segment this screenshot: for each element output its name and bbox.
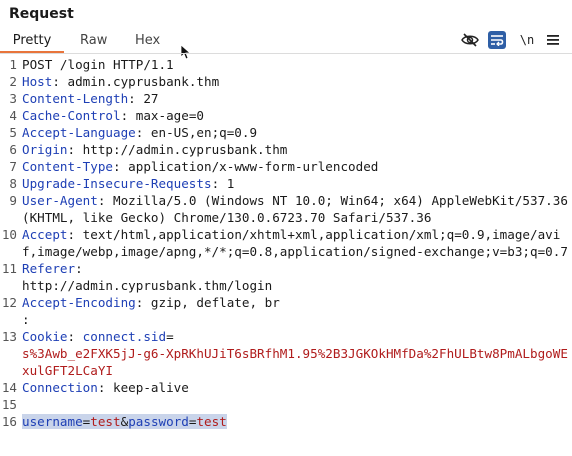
- header-name: User-Agent: [22, 193, 98, 208]
- line-number: 15: [1, 397, 17, 412]
- header-name: Origin: [22, 142, 68, 157]
- header-value: max-age=0: [135, 108, 204, 123]
- code-line: 10 Accept: text/html,application/xhtml+x…: [1, 227, 568, 259]
- code-line: 9 User-Agent: Mozilla/5.0 (Windows NT 10…: [0, 192, 572, 226]
- line-number: 4: [9, 108, 17, 123]
- line-number: 12: [1, 295, 17, 310]
- line-number: 11: [1, 261, 17, 276]
- code-line: 11 Referer: http://admin.cyprusbank.thm/…: [1, 261, 273, 293]
- view-tabs: Pretty Raw Hex: [0, 31, 572, 53]
- header-value: 1: [226, 176, 235, 191]
- line-number: 9: [9, 193, 17, 208]
- code-line: 8 Upgrade-Insecure-Requests: 1: [0, 175, 572, 192]
- line-number: 13: [1, 329, 17, 344]
- line-number: 16: [1, 414, 17, 429]
- param-name: username: [22, 414, 83, 429]
- param-value: test: [196, 414, 227, 429]
- header-name: Referer: [22, 261, 76, 276]
- line-number: 3: [9, 91, 17, 106]
- code-line: 7 Content-Type: application/x-www-form-u…: [0, 158, 572, 175]
- header-value: http://admin.cyprusbank.thm: [82, 142, 288, 157]
- code-line: 16 username=test&password=test: [0, 413, 572, 430]
- code-line: 12 Accept-Encoding: gzip, deflate, br: [1, 295, 280, 310]
- newline-toggle[interactable]: \n: [518, 31, 536, 49]
- param-name: password: [128, 414, 189, 429]
- header-name: Cookie: [22, 329, 68, 344]
- code-line: 15: [0, 396, 572, 413]
- line-number: 14: [1, 380, 17, 395]
- line-number: 1: [9, 57, 17, 72]
- header-name: Cache-Control: [22, 108, 121, 123]
- header-name: Accept: [22, 227, 68, 242]
- header-name: Upgrade-Insecure-Requests: [22, 176, 212, 191]
- word-wrap-icon[interactable]: [488, 31, 506, 49]
- tabs-divider: [0, 53, 572, 54]
- code-line: 14 Connection: keep-alive: [1, 380, 189, 395]
- request-body: username=test&password=test: [22, 414, 227, 429]
- code-line: 3 Content-Length: 27: [0, 90, 572, 107]
- line-number: 7: [9, 159, 17, 174]
- header-name: Accept-Language: [22, 125, 136, 140]
- code-line: 1 POST /login HTTP/1.1: [0, 56, 572, 73]
- request-line: POST /login HTTP/1.1: [22, 57, 174, 72]
- code-line: 13 Cookie: connect.sid= s%3Awb_e2FXK5jJ-…: [1, 329, 568, 378]
- line-number: 10: [1, 227, 17, 242]
- header-value: http://admin.cyprusbank.thm/login: [22, 278, 273, 293]
- header-value: en-US,en;q=0.9: [150, 125, 258, 140]
- header-value: admin.cyprusbank.thm: [67, 74, 220, 89]
- header-value: text/html,application/xhtml+xml,applicat…: [22, 227, 568, 259]
- header-value: gzip, deflate, br: [150, 295, 280, 310]
- line-number: 5: [9, 125, 17, 140]
- panel-title: Request: [9, 6, 74, 22]
- line-number: 6: [9, 142, 17, 157]
- hamburger-menu-icon[interactable]: [545, 31, 561, 49]
- param-value: test: [90, 414, 121, 429]
- header-name: Host: [22, 74, 53, 89]
- code-line: 5 Accept-Language: en-US,en;q=0.9: [0, 124, 572, 141]
- header-value: 27: [143, 91, 159, 106]
- header-value: Mozilla/5.0 (Windows NT 10.0; Win64; x64…: [22, 193, 568, 225]
- code-line: 6 Origin: http://admin.cyprusbank.thm: [0, 141, 572, 158]
- code-line: :: [22, 312, 38, 327]
- header-name: Connection: [22, 380, 98, 395]
- eye-slash-icon[interactable]: [460, 31, 480, 49]
- request-editor[interactable]: 1 POST /login HTTP/1.1 2 Host: admin.cyp…: [0, 56, 572, 430]
- cookie-value: s%3Awb_e2FXK5jJ-g6-XpRKhUJiT6sBRfhM1.95%…: [22, 346, 568, 378]
- header-name: Content-Length: [22, 91, 129, 106]
- code-line: 4 Cache-Control: max-age=0: [0, 107, 572, 124]
- tab-hex[interactable]: Hex: [135, 31, 160, 53]
- line-number: 2: [9, 74, 17, 89]
- code-line: 2 Host: admin.cyprusbank.thm: [0, 73, 572, 90]
- header-value: application/x-www-form-urlencoded: [128, 159, 379, 174]
- tab-pretty[interactable]: Pretty: [0, 31, 64, 53]
- line-number: 8: [9, 176, 17, 191]
- header-name: Content-Type: [22, 159, 113, 174]
- tab-raw[interactable]: Raw: [80, 31, 107, 53]
- header-value: keep-alive: [113, 380, 189, 395]
- header-name: Accept-Encoding: [22, 295, 136, 310]
- cookie-name: connect.sid: [82, 329, 167, 344]
